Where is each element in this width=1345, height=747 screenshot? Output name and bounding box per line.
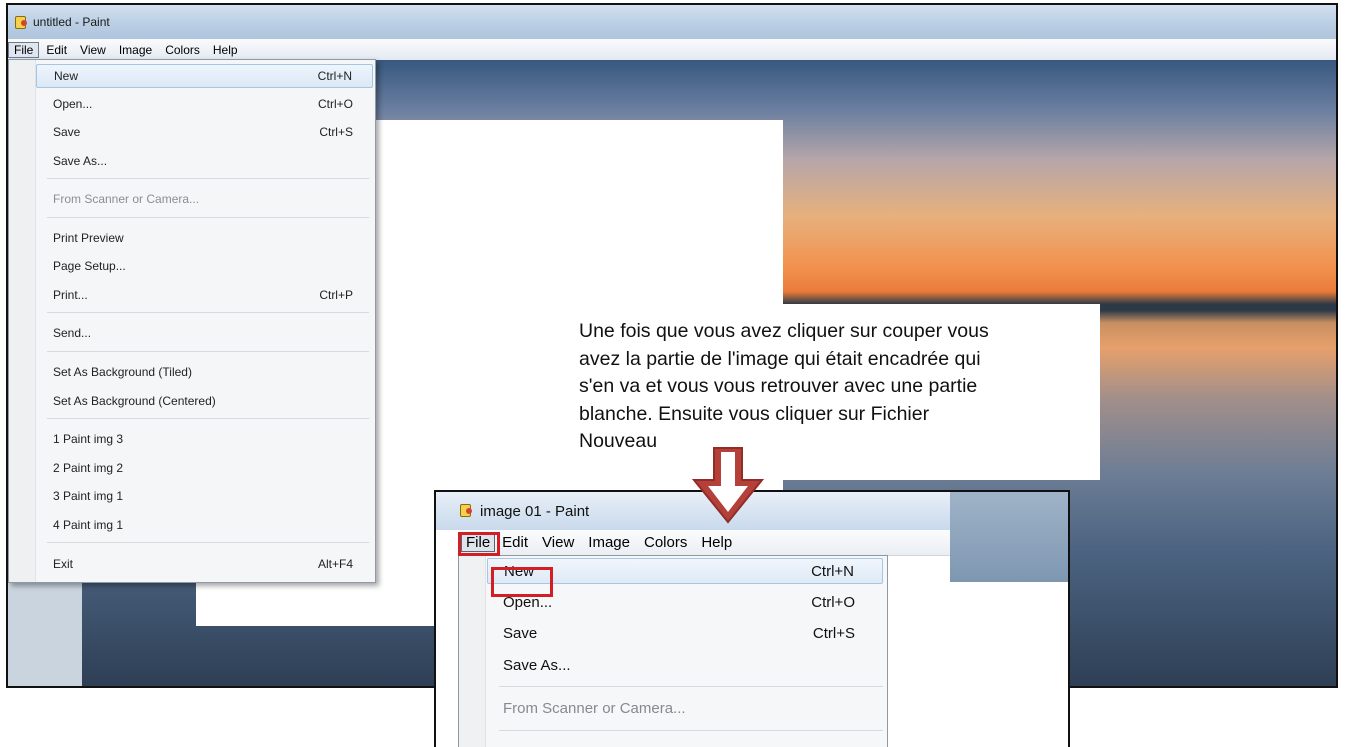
menu-item-label: Page Setup... (53, 259, 126, 273)
menu-separator (47, 351, 369, 352)
caption-box: Une fois que vous avez cliquer sur coupe… (564, 304, 1100, 480)
menu-item-shortcut: Ctrl+S (319, 125, 353, 139)
inset-file-menu-item-save[interactable]: Save Ctrl+S (487, 620, 883, 646)
file-menu-item-recent-3[interactable]: 3 Paint img 1 (36, 484, 373, 508)
menu-item-label: 3 Paint img 1 (53, 489, 124, 503)
caption-line: blanche. Ensuite vous cliquer sur Fichie… (579, 402, 930, 425)
menu-separator (499, 730, 883, 731)
menu-separator (47, 312, 369, 313)
main-titlebar: untitled - Paint (8, 5, 1336, 39)
file-menu-item-bg-centered[interactable]: Set As Background (Centered) (36, 389, 373, 413)
menu-item-label: Send... (53, 326, 92, 340)
file-menu-item-recent-1[interactable]: 1 Paint img 3 (36, 427, 373, 451)
caption-line: Une fois que vous avez cliquer sur coupe… (579, 320, 989, 342)
menu-item-label: Open... (53, 97, 93, 111)
menu-item-shortcut: Alt+F4 (317, 557, 353, 571)
file-menu-dropdown: New Ctrl+N Open... Ctrl+O Save Ctrl+S Sa… (8, 59, 376, 583)
menu-item-shortcut: Ctrl+O (811, 593, 855, 611)
file-menu-item-exit[interactable]: Exit Alt+F4 (36, 552, 373, 576)
file-menu-item-print-preview[interactable]: Print Preview (36, 226, 373, 250)
menu-separator (47, 542, 369, 543)
menu-help[interactable]: Help (207, 42, 244, 58)
menu-edit[interactable]: Edit (40, 42, 73, 58)
menu-separator (47, 178, 369, 179)
inset-file-menu-item-save-as[interactable]: Save As... (487, 652, 883, 678)
menu-item-label: New (54, 69, 79, 83)
menu-item-label: Print Preview (53, 231, 124, 245)
menu-item-label: 1 Paint img 3 (53, 432, 124, 446)
main-window-title: untitled - Paint (33, 15, 110, 29)
paint-app-icon (458, 503, 474, 519)
new-highlight-box (491, 567, 553, 597)
menu-colors[interactable]: Colors (159, 42, 206, 58)
menu-separator (47, 418, 369, 419)
menu-item-shortcut: Ctrl+O (317, 97, 353, 111)
caption-line: avez la partie de l'image qui était enca… (579, 347, 981, 370)
menu-item-shortcut: Ctrl+S (812, 624, 855, 642)
file-menu-item-recent-4[interactable]: 4 Paint img 1 (36, 513, 373, 537)
down-arrow-icon (691, 447, 765, 524)
menu-separator (499, 686, 883, 687)
inset-menubar: File Edit View Image Colors Help (458, 530, 950, 556)
paint-app-icon (13, 15, 27, 29)
menu-item-label: Save (503, 624, 538, 642)
inset-photo-edge (950, 492, 1068, 582)
file-menu-item-recent-2[interactable]: 2 Paint img 2 (36, 456, 373, 480)
file-menu-item-print[interactable]: Print... Ctrl+P (36, 283, 373, 307)
inset-menu-edit[interactable]: Edit (495, 534, 535, 551)
inset-menu-image[interactable]: Image (581, 534, 637, 551)
file-menu-item-save[interactable]: Save Ctrl+S (36, 120, 373, 144)
menu-item-label: Save (53, 125, 81, 139)
menu-item-label: Exit (53, 557, 74, 571)
caption-line: s'en va et vous vous retrouver avec une … (579, 375, 978, 397)
file-menu-item-save-as[interactable]: Save As... (36, 149, 373, 173)
file-menu-item-from-scanner: From Scanner or Camera... (36, 187, 373, 211)
inset-window-title: image 01 - Paint (480, 502, 590, 520)
menu-item-shortcut: Ctrl+N (317, 69, 352, 83)
caption-line: Nouveau (579, 430, 658, 452)
menu-item-label: Set As Background (Tiled) (53, 365, 192, 379)
file-highlight-box (458, 532, 500, 556)
menu-item-label: 2 Paint img 2 (53, 461, 124, 475)
menu-image[interactable]: Image (113, 42, 158, 58)
menu-item-label: From Scanner or Camera... (53, 192, 200, 206)
menu-item-label: 4 Paint img 1 (53, 518, 124, 532)
menu-item-label: Print... (53, 288, 88, 302)
menu-item-label: Save As... (53, 154, 108, 168)
menu-item-label: From Scanner or Camera... (503, 699, 686, 717)
inset-file-menu-item-from-scanner: From Scanner or Camera... (487, 695, 883, 721)
file-menu-item-open[interactable]: Open... Ctrl+O (36, 92, 373, 116)
menu-item-label: Set As Background (Centered) (53, 394, 216, 408)
menu-view[interactable]: View (74, 42, 112, 58)
inset-menu-view[interactable]: View (535, 534, 581, 551)
menu-gutter (459, 556, 486, 747)
menu-item-shortcut: Ctrl+N (811, 562, 854, 580)
main-menubar: File Edit View Image Colors Help (8, 39, 1336, 61)
menu-gutter (9, 60, 36, 582)
inset-menu-colors[interactable]: Colors (637, 534, 694, 551)
menu-item-label: Save As... (503, 656, 571, 674)
menu-separator (47, 217, 369, 218)
inset-paint-window: image 01 - Paint File Edit View Image Co… (434, 490, 1070, 747)
inset-menu-help[interactable]: Help (694, 534, 739, 551)
file-menu-item-send[interactable]: Send... (36, 321, 373, 345)
file-menu-item-new[interactable]: New Ctrl+N (36, 64, 373, 88)
menu-item-shortcut: Ctrl+P (319, 288, 353, 302)
file-menu-item-page-setup[interactable]: Page Setup... (36, 254, 373, 278)
file-menu-item-bg-tiled[interactable]: Set As Background (Tiled) (36, 360, 373, 384)
menu-file[interactable]: File (8, 41, 40, 58)
